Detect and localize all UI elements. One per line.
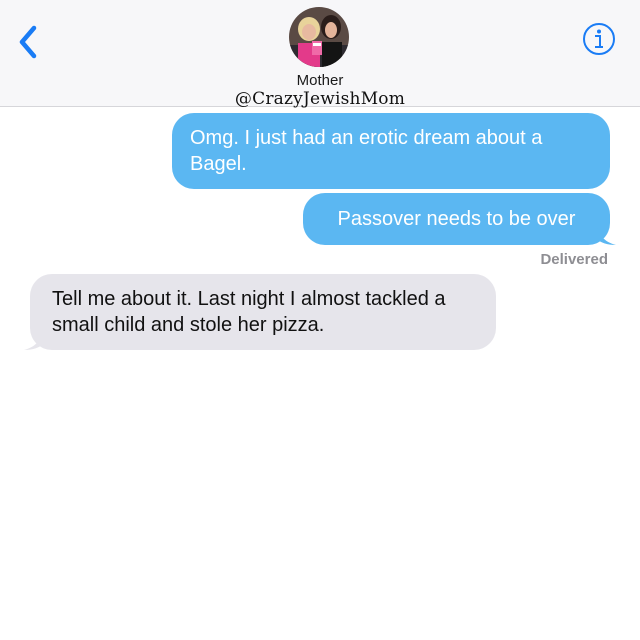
message-text: Omg. I just had an erotic dream about a … [190,127,543,175]
bubble-tail-icon [596,224,616,245]
watermark-handle: @CrazyJewishMom [234,89,406,109]
message-bubble-incoming[interactable]: Tell me about it. Last night I almost ta… [30,274,496,350]
contact-avatar[interactable] [289,7,349,67]
bubble-tail-icon [24,329,44,350]
delivered-status: Delivered [540,251,608,268]
conversation-header: Mother @CrazyJewishMom [0,0,640,109]
message-text: Passover needs to be over [337,208,576,230]
avatar-photo [289,7,349,67]
messages-screen: Mother @CrazyJewishMom Omg. I just had a… [0,0,640,640]
contact-name[interactable]: Mother [0,72,640,89]
message-bubble-outgoing[interactable]: Omg. I just had an erotic dream about a … [172,113,610,189]
message-bubble-outgoing[interactable]: Passover needs to be over [303,193,610,245]
back-chevron-icon[interactable] [14,22,44,62]
info-icon[interactable] [582,22,616,56]
message-text: Tell me about it. Last night I almost ta… [52,288,446,336]
